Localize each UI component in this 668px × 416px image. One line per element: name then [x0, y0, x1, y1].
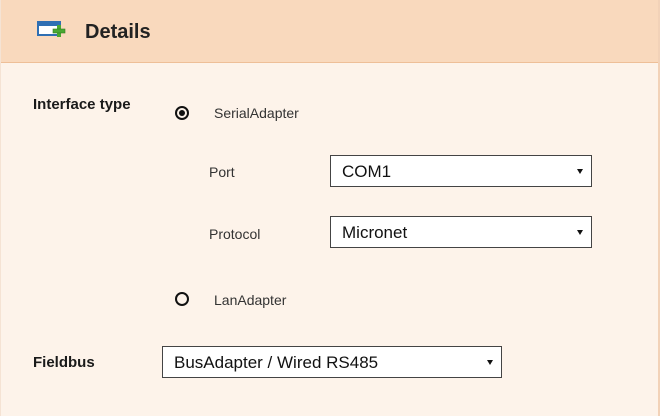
port-value: COM1 — [342, 162, 392, 181]
details-title: Details — [85, 21, 151, 43]
protocol-value: Micronet — [342, 223, 408, 242]
serial-adapter-label[interactable]: SerialAdapter — [214, 104, 299, 122]
protocol-select[interactable]: Micronet — [330, 216, 592, 248]
serial-adapter-radio[interactable] — [175, 106, 189, 120]
details-header: Details — [1, 0, 658, 63]
fieldbus-label: Fieldbus — [33, 354, 95, 371]
lan-adapter-radio[interactable] — [175, 292, 189, 306]
fieldbus-value: BusAdapter / Wired RS485 — [174, 353, 379, 372]
details-panel: Details Interface type SerialAdapter Por… — [0, 0, 660, 416]
chevron-down-icon — [577, 230, 583, 235]
chevron-down-icon — [487, 360, 493, 365]
radio-selected-dot — [179, 110, 185, 116]
lan-adapter-label[interactable]: LanAdapter — [214, 291, 286, 309]
add-window-icon — [37, 20, 67, 44]
port-label: Port — [209, 164, 235, 180]
fieldbus-select[interactable]: BusAdapter / Wired RS485 — [162, 346, 502, 378]
port-select[interactable]: COM1 — [330, 155, 592, 187]
interface-type-label: Interface type — [33, 96, 131, 113]
chevron-down-icon — [577, 169, 583, 174]
protocol-label: Protocol — [209, 226, 261, 242]
